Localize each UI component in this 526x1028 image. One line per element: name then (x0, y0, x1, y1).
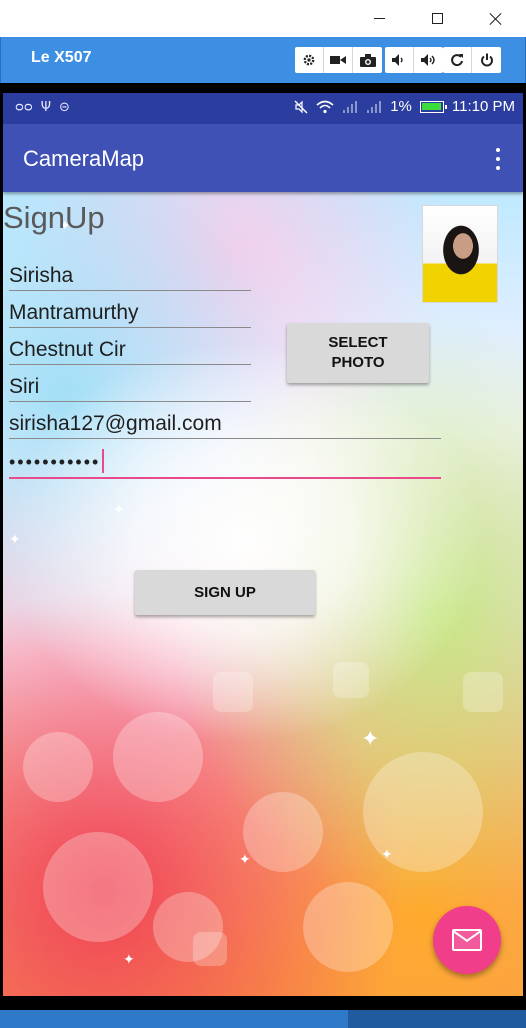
first-name-value: Sirisha (9, 264, 74, 287)
bokeh-square (333, 662, 369, 698)
overflow-menu-icon[interactable] (495, 148, 501, 170)
status-left-icons: ᴑᴑ Ψ ⊝ (15, 100, 70, 115)
mail-icon (452, 929, 482, 951)
volume-up-button[interactable] (414, 47, 443, 73)
sign-up-button[interactable]: SIGN UP (135, 570, 315, 615)
record-video-button[interactable] (324, 47, 353, 73)
app-bar: CameraMap (3, 124, 523, 192)
phone-bezel-bottom (0, 996, 526, 1010)
maximize-button[interactable] (408, 0, 466, 37)
email-field[interactable]: sirisha127@gmail.com (9, 402, 441, 439)
vibrate-off-icon (294, 100, 308, 113)
volume-down-button[interactable] (385, 47, 414, 73)
status-right-icons: 1% 11:10 PM (294, 98, 515, 115)
status-bar: ᴑᴑ Ψ ⊝ 1% 11:10 PM (3, 93, 523, 124)
app-title: CameraMap (23, 146, 145, 171)
wifi-icon (316, 100, 334, 113)
sync-icon: ⊝ (59, 100, 70, 115)
address-value: Chestnut Cir (9, 338, 126, 361)
star-icon: ✦ (9, 532, 21, 548)
volume-down-icon (392, 54, 403, 66)
signal-sim1-icon (343, 100, 358, 113)
profile-photo (422, 205, 498, 303)
bokeh-circle (303, 882, 393, 972)
maximize-icon (431, 13, 443, 24)
rotate-button[interactable] (443, 47, 472, 73)
username-value: Siri (9, 375, 40, 398)
screenshot-button[interactable] (353, 47, 382, 73)
bokeh-circle (113, 712, 203, 802)
host-taskbar (0, 1010, 526, 1028)
bokeh-square (213, 672, 253, 712)
star-icon: ✦ (239, 852, 251, 868)
power-button[interactable] (472, 47, 501, 73)
rotate-icon (451, 54, 463, 67)
password-mask: ••••••••••• (9, 452, 101, 472)
battery-percent: 1% (390, 98, 412, 115)
select-photo-button[interactable]: SELECT PHOTO (287, 323, 429, 383)
email-fab-button[interactable] (433, 906, 501, 974)
bokeh-square (463, 672, 503, 712)
device-title: Le X507 (31, 49, 92, 66)
username-field[interactable]: Siri (9, 365, 251, 402)
power-icon (480, 53, 493, 67)
bokeh-square (193, 932, 227, 966)
emulator-toolbar: Le X507 (0, 37, 526, 83)
page-title: SignUp (3, 200, 105, 235)
bokeh-circle (243, 792, 323, 872)
address-field[interactable]: Chestnut Cir (9, 328, 251, 365)
bokeh-circle (23, 732, 93, 802)
battery-icon (419, 100, 447, 113)
signup-screen: ✦ ✦ ✦ ✦ ✦ ✦ ✦ SignUp Sirisha Mantramurth… (3, 192, 523, 996)
camera-icon (359, 53, 376, 67)
password-field[interactable]: ••••••••••• (9, 442, 441, 479)
last-name-value: Mantramurthy (9, 301, 139, 324)
email-value: sirisha127@gmail.com (9, 412, 222, 435)
password-value: ••••••••••• (9, 449, 105, 473)
star-icon: ✦ (381, 847, 393, 863)
volume-up-icon (420, 54, 435, 66)
bokeh-circle (43, 832, 153, 942)
usb-icon: Ψ (40, 100, 52, 115)
close-button[interactable] (466, 0, 524, 37)
close-icon (489, 12, 502, 25)
voicemail-icon: ᴑᴑ (15, 100, 33, 115)
phone-bezel-top (0, 83, 526, 93)
clock: 11:10 PM (451, 98, 515, 115)
emulator-tools-group (295, 47, 382, 73)
minimize-icon (373, 18, 385, 19)
last-name-field[interactable]: Mantramurthy (9, 291, 251, 328)
star-icon: ✦ (113, 502, 125, 518)
text-caret (102, 449, 105, 473)
first-name-field[interactable]: Sirisha (9, 254, 251, 291)
settings-button[interactable] (295, 47, 324, 73)
gear-icon (303, 54, 315, 66)
window-titlebar (0, 0, 526, 37)
volume-group (385, 47, 443, 73)
minimize-button[interactable] (350, 0, 408, 37)
star-icon: ✦ (123, 952, 135, 968)
device-controls-group (443, 47, 501, 73)
video-camera-icon (330, 56, 346, 64)
signal-sim2-icon (367, 100, 382, 113)
star-icon: ✦ (361, 727, 380, 752)
